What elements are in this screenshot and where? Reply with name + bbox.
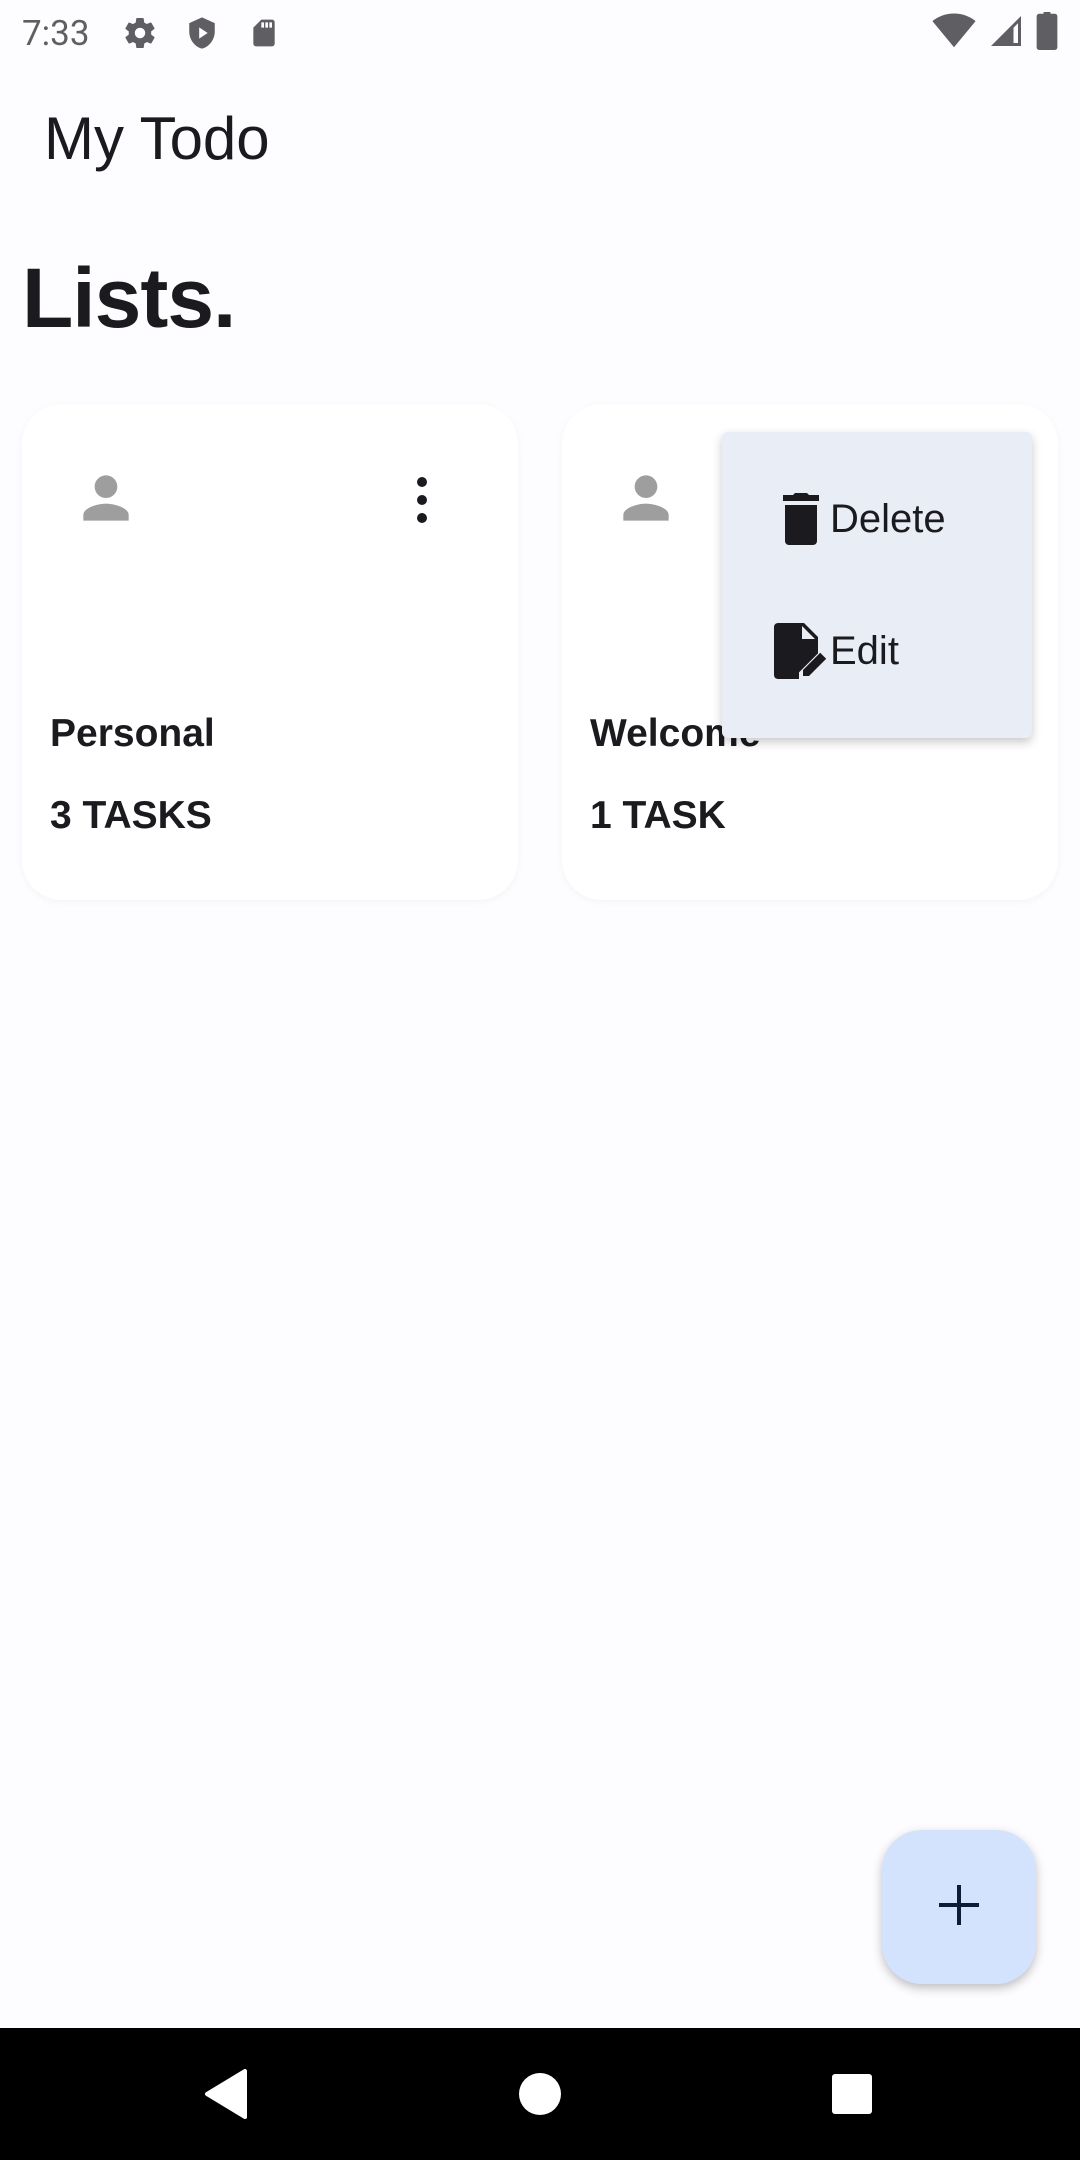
person-icon [612, 464, 680, 532]
status-time: 7:33 [22, 12, 90, 54]
plus-icon [937, 1883, 981, 1932]
menu-item-label: Edit [830, 628, 899, 673]
gear-icon [120, 13, 160, 53]
status-bar: 7:33 [0, 0, 1080, 66]
sd-card-icon [244, 13, 284, 53]
signal-icon [988, 13, 1024, 54]
more-vert-icon[interactable] [402, 470, 442, 530]
battery-icon [1036, 11, 1058, 55]
wifi-icon [932, 13, 976, 54]
back-icon[interactable] [196, 2064, 256, 2124]
add-list-button[interactable] [882, 1830, 1036, 1984]
page-title: Lists. [22, 251, 236, 345]
list-task-count: 1 TASK [590, 794, 726, 837]
menu-item-edit[interactable]: Edit [774, 616, 899, 686]
app-title: My Todo [44, 105, 270, 172]
navigation-bar [0, 2028, 1080, 2160]
person-icon [72, 464, 140, 532]
trash-icon [774, 489, 828, 549]
list-task-count: 3 TASKS [50, 794, 212, 837]
edit-document-icon [774, 621, 828, 681]
menu-item-delete[interactable]: Delete [774, 484, 946, 554]
context-menu: Delete Edit [722, 432, 1032, 738]
menu-item-label: Delete [830, 496, 946, 541]
home-icon[interactable] [510, 2064, 570, 2124]
list-name: Personal [50, 712, 215, 755]
shield-icon [182, 13, 222, 53]
recents-icon[interactable] [822, 2064, 882, 2124]
list-card-personal[interactable]: Personal 3 TASKS [22, 404, 518, 900]
